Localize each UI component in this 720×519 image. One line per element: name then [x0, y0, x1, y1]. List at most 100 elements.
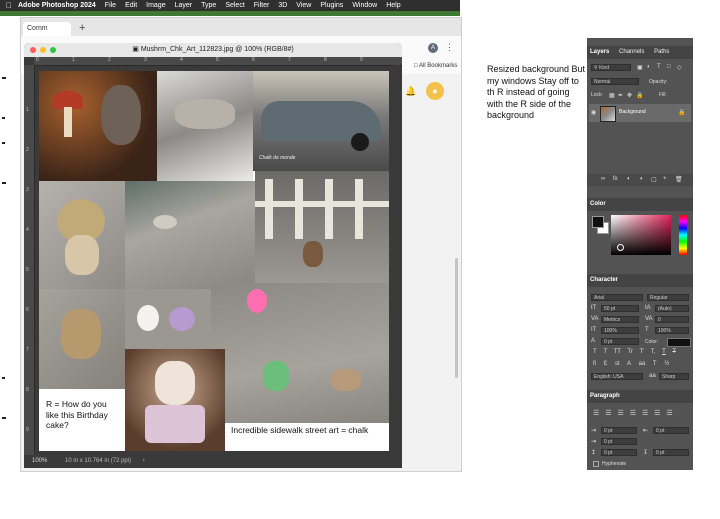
indent-right-field[interactable]: 0 pt	[653, 427, 689, 434]
faux-italic-button[interactable]: T	[603, 349, 607, 355]
menu-file[interactable]: File	[105, 0, 116, 11]
trash-icon[interactable]: 🗑	[675, 176, 683, 183]
align-left-icon[interactable]: ☰	[593, 410, 599, 417]
menu-help[interactable]: Help	[386, 0, 400, 11]
browser-tab[interactable]: Comm	[23, 22, 71, 36]
bell-icon[interactable]: 🔔	[405, 86, 416, 97]
folder-icon[interactable]: ▢	[651, 176, 657, 183]
menu-image[interactable]: Image	[146, 0, 165, 11]
lock-all-icon[interactable]: 🔒	[636, 92, 643, 99]
hue-slider[interactable]	[679, 215, 687, 255]
ligature-icon[interactable]: fi	[593, 361, 596, 367]
mask-icon[interactable]: ◐	[627, 176, 631, 182]
fx-icon[interactable]: fx	[613, 176, 618, 182]
align-right-icon[interactable]: ☰	[617, 410, 623, 417]
new-layer-icon[interactable]: +	[663, 176, 667, 182]
tab-layers[interactable]: Layers	[590, 49, 609, 55]
layer-row-background[interactable]: ◉ Background 🔒	[589, 104, 691, 122]
blend-mode-select[interactable]: Normal	[591, 78, 639, 85]
tab-paths[interactable]: Paths	[654, 49, 669, 55]
eye-icon[interactable]: ◉	[591, 109, 596, 116]
paragraph-panel-title[interactable]: Paragraph	[590, 393, 620, 399]
alternates-icon[interactable]: A	[627, 361, 631, 367]
color-panel-title[interactable]: Color	[590, 201, 606, 207]
kerning-field[interactable]: Metrics	[601, 316, 639, 323]
space-after-field[interactable]: 0 pt	[653, 449, 689, 456]
ruler-vertical[interactable]: 1 2 3 4 5 6 7 8 9	[24, 65, 35, 455]
space-before-field[interactable]: 0 pt	[601, 449, 637, 456]
swash-icon[interactable]: st	[615, 361, 620, 367]
document-title-bar[interactable]: ▣ Mushrm_Chk_Art_112823.jpg @ 100% (RGB/…	[24, 43, 402, 57]
font-size-field[interactable]: 50 pt	[601, 305, 639, 312]
faux-bold-button[interactable]: T	[593, 349, 597, 355]
image-canvas[interactable]: Chalk de monde R = How do you like this …	[39, 71, 389, 451]
justify-all-icon[interactable]: ☰	[666, 410, 672, 417]
antialias-select[interactable]: Sharp	[659, 373, 689, 380]
small-caps-button[interactable]: Tr	[627, 349, 632, 355]
new-tab-plus-icon[interactable]: +	[79, 22, 85, 34]
justify-center-icon[interactable]: ☰	[642, 410, 648, 417]
chevron-right-icon[interactable]: ›	[143, 458, 145, 464]
color-picker-cursor[interactable]	[617, 244, 624, 251]
browser-menu-icon[interactable]: ⋮	[445, 42, 454, 53]
ordinals-icon[interactable]: T	[653, 361, 657, 367]
apple-icon[interactable]: 	[6, 0, 12, 11]
titling-icon[interactable]: aa	[639, 361, 646, 367]
menu-3d[interactable]: 3D	[278, 0, 287, 11]
filter-adjustment-icon[interactable]: ◐	[647, 64, 651, 70]
font-family-select[interactable]: Arial	[591, 294, 643, 301]
justify-left-icon[interactable]: ☰	[630, 410, 636, 417]
ruler-horizontal[interactable]: 0 1 2 3 4 5 6 7 8 9	[34, 57, 402, 66]
close-window-icon[interactable]	[30, 47, 36, 53]
align-center-icon[interactable]: ☰	[605, 410, 611, 417]
language-select[interactable]: English: USA	[591, 373, 643, 380]
menu-window[interactable]: Window	[352, 0, 377, 11]
indent-left-field[interactable]: 0 pt	[601, 427, 637, 434]
font-style-select[interactable]: Regular	[647, 294, 689, 301]
filter-pixel-icon[interactable]: ▣	[637, 64, 643, 71]
strikethrough-button[interactable]: T	[672, 349, 676, 355]
lock-move-icon[interactable]: ✥	[627, 92, 632, 99]
indent-first-line-field[interactable]: 0 pt	[601, 438, 637, 445]
text-color-swatch[interactable]	[667, 338, 691, 347]
lock-transparent-icon[interactable]: ▦	[609, 92, 615, 99]
foreground-color-swatch[interactable]	[592, 216, 604, 228]
filter-smart-icon[interactable]: ◇	[677, 64, 682, 71]
profile-avatar[interactable]: A	[428, 43, 438, 53]
adjustment-icon[interactable]: ◑	[639, 176, 643, 182]
menu-filter[interactable]: Filter	[254, 0, 270, 11]
tab-channels[interactable]: Channels	[619, 49, 644, 55]
menu-layer[interactable]: Layer	[175, 0, 193, 11]
hyphenate-checkbox[interactable]	[593, 461, 599, 467]
menu-view[interactable]: View	[296, 0, 311, 11]
menu-edit[interactable]: Edit	[125, 0, 137, 11]
document-size[interactable]: 10 in x 10.764 in (72 ppi)	[65, 458, 131, 464]
horizontal-scale-field[interactable]: 100%	[655, 327, 689, 334]
tracking-field[interactable]: 0	[655, 316, 689, 323]
filter-type-icon[interactable]: T	[657, 64, 661, 70]
app-name-menu[interactable]: Adobe Photoshop 2024	[18, 0, 96, 11]
browser-scrollbar[interactable]	[455, 258, 458, 378]
all-bookmarks-link[interactable]: □ All Bookmarks	[414, 63, 457, 69]
layer-filter-kind[interactable]: ⚲ Kind	[591, 64, 631, 71]
subscript-button[interactable]: T,	[651, 349, 656, 355]
baseline-shift-field[interactable]: 0 pt	[601, 338, 639, 345]
superscript-button[interactable]: T'	[640, 349, 645, 355]
justify-right-icon[interactable]: ☰	[654, 410, 660, 417]
old-style-icon[interactable]: Ɛ	[604, 361, 608, 367]
filter-shape-icon[interactable]: □	[667, 64, 671, 70]
lock-paint-icon[interactable]: ✒	[618, 92, 623, 99]
leading-field[interactable]: (Auto)	[655, 305, 689, 312]
menu-plugins[interactable]: Plugins	[320, 0, 343, 11]
character-panel-title[interactable]: Character	[590, 277, 618, 283]
all-caps-button[interactable]: TT	[614, 349, 621, 355]
menu-select[interactable]: Select	[225, 0, 244, 11]
fractions-icon[interactable]: ½	[664, 361, 669, 367]
vertical-scale-field[interactable]: 100%	[601, 327, 639, 334]
notification-badge-icon[interactable]: ●	[426, 82, 444, 100]
link-icon[interactable]: ∞	[601, 176, 605, 182]
zoom-level[interactable]: 100%	[32, 458, 47, 464]
document-scrollbar[interactable]	[394, 65, 400, 455]
minimize-window-icon[interactable]	[40, 47, 46, 53]
underline-button[interactable]: T	[662, 349, 666, 355]
